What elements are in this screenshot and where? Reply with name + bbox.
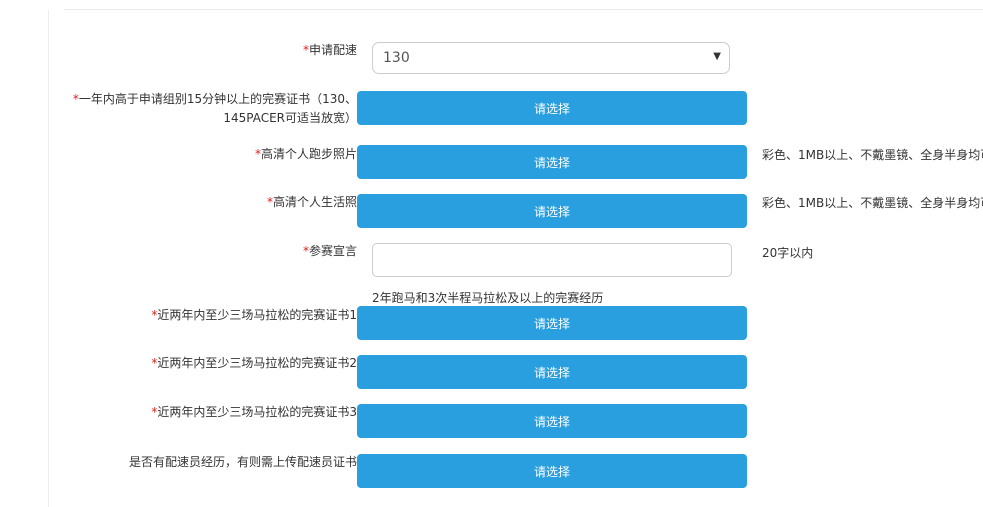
marathon-cert-2-label: *近两年内至少三场马拉松的完赛证书2: [151, 354, 357, 373]
pacer-cert-upload-button[interactable]: 请选择: [357, 454, 747, 488]
marathon-cert-1-label-text: 近两年内至少三场马拉松的完赛证书1: [157, 308, 357, 322]
declaration-hint: 20字以内: [762, 246, 814, 260]
declaration-label: *参赛宣言: [303, 242, 357, 261]
marathon-cert-2-upload-button-label: 请选择: [533, 365, 570, 380]
pace-label-text: 申请配速: [308, 43, 357, 57]
chevron-down-icon: ▼: [713, 51, 721, 62]
pacer-cert-label: 是否有配速员经历，有则需上传配速员证书: [129, 453, 357, 472]
half-cert-label: *一年内高于申请组别15分钟以上的完赛证书（130、 145PACER可适当放宽）: [73, 90, 357, 128]
half-cert-upload-button-label: 请选择: [533, 101, 570, 116]
life-photo-upload-button-label: 请选择: [533, 204, 570, 219]
declaration-input[interactable]: [372, 243, 732, 277]
marathon-cert-3-label-text: 近两年内至少三场马拉松的完赛证书3: [157, 405, 357, 419]
life-photo-label: *高清个人生活照: [267, 193, 357, 212]
life-photo-label-text: 高清个人生活照: [272, 195, 357, 209]
run-photo-hint: 彩色、1MB以上、不戴墨镜、全身半身均可: [762, 148, 983, 162]
run-photo-upload-button[interactable]: 请选择: [357, 145, 747, 179]
pace-label: *申请配速: [303, 41, 357, 60]
half-cert-upload-button[interactable]: 请选择: [357, 91, 747, 125]
pace-select-value: 130: [383, 50, 410, 66]
life-photo-hint: 彩色、1MB以上、不戴墨镜、全身半身均可: [762, 196, 983, 210]
declaration-label-text: 参赛宣言: [308, 244, 357, 258]
marathon-cert-1-label: *近两年内至少三场马拉松的完赛证书1: [151, 306, 357, 325]
run-photo-label-text: 高清个人跑步照片: [260, 147, 357, 161]
marathon-cert-3-label: *近两年内至少三场马拉松的完赛证书3: [151, 403, 357, 422]
half-cert-label-line2: 145PACER可适当放宽）: [223, 111, 357, 125]
top-divider: [64, 9, 983, 10]
marathon-cert-2-label-text: 近两年内至少三场马拉松的完赛证书2: [157, 356, 357, 370]
life-photo-upload-button[interactable]: 请选择: [357, 194, 747, 228]
half-cert-label-line1: 一年内高于申请组别15分钟以上的完赛证书（130、: [78, 92, 357, 106]
left-divider: [48, 10, 49, 507]
marathon-cert-3-upload-button-label: 请选择: [533, 414, 570, 429]
experience-note: 2年跑马和3次半程马拉松及以上的完赛经历: [372, 291, 604, 305]
pace-select[interactable]: 130 ▼: [372, 42, 730, 74]
marathon-cert-1-upload-button-label: 请选择: [533, 316, 570, 331]
pacer-cert-upload-button-label: 请选择: [533, 464, 570, 479]
marathon-cert-2-upload-button[interactable]: 请选择: [357, 355, 747, 389]
pacer-cert-label-text: 是否有配速员经历，有则需上传配速员证书: [128, 455, 357, 469]
marathon-cert-3-upload-button[interactable]: 请选择: [357, 404, 747, 438]
run-photo-upload-button-label: 请选择: [533, 155, 570, 170]
run-photo-label: *高清个人跑步照片: [255, 145, 357, 164]
marathon-cert-1-upload-button[interactable]: 请选择: [357, 306, 747, 340]
